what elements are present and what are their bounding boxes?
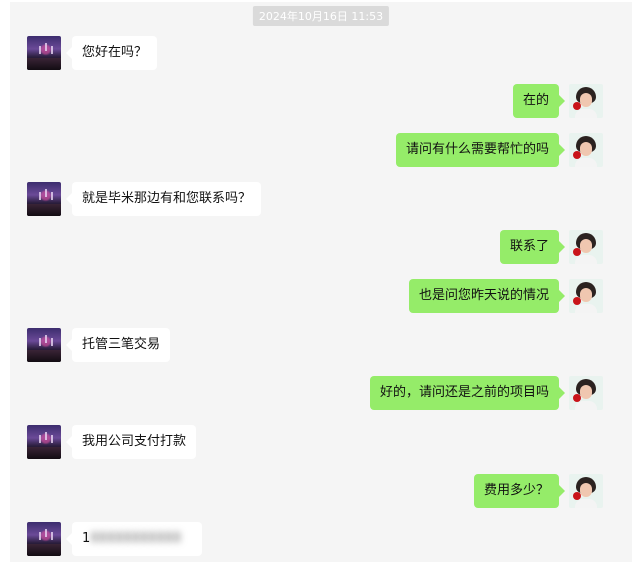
message-bubble[interactable]: 您好在吗？ xyxy=(65,36,158,70)
message-row-outgoing: 好的，请问还是之前的项目吗 xyxy=(10,376,632,416)
message-row-outgoing: 费用多少？ xyxy=(10,474,632,514)
rose-icon xyxy=(573,297,581,305)
message-row-incoming: 托管三笔交易 xyxy=(10,328,632,368)
contact-avatar[interactable] xyxy=(27,328,61,362)
self-avatar[interactable] xyxy=(569,84,603,118)
rose-icon xyxy=(573,102,581,110)
message-bubble[interactable]: 联系了 xyxy=(499,230,566,264)
message-row-incoming: 我用公司支付打款 xyxy=(10,425,632,465)
self-avatar[interactable] xyxy=(569,376,603,410)
message-row-incoming: 188888888888 xyxy=(10,522,632,562)
message-bubble[interactable]: 188888888888 xyxy=(66,522,202,556)
message-bubble[interactable]: 好的，请问还是之前的项目吗 xyxy=(369,376,566,410)
message-row-outgoing: 也是问您昨天说的情况 xyxy=(10,279,632,319)
message-row-incoming: 就是毕米那边有和您联系吗？ xyxy=(10,182,632,222)
message-row-outgoing: 请问有什么需要帮忙的吗 xyxy=(10,133,632,173)
message-row-incoming: 您好在吗？ xyxy=(10,36,632,76)
message-bubble[interactable]: 在的 xyxy=(512,84,566,118)
timestamp-badge: 2024年10月16日 11:53 xyxy=(252,6,390,26)
message-bubble[interactable]: 费用多少？ xyxy=(473,474,566,508)
message-bubble[interactable]: 请问有什么需要帮忙的吗 xyxy=(395,133,566,167)
chat-window: 2024年10月16日 11:53 您好在吗？ 在的 请问有什么需要帮忙的吗 就… xyxy=(10,2,632,562)
self-avatar[interactable] xyxy=(569,279,603,313)
message-row-outgoing: 联系了 xyxy=(10,230,632,270)
message-bubble[interactable]: 我用公司支付打款 xyxy=(65,425,197,459)
self-avatar[interactable] xyxy=(569,474,603,508)
message-bubble[interactable]: 就是毕米那边有和您联系吗？ xyxy=(65,182,262,216)
contact-avatar[interactable] xyxy=(27,425,61,459)
self-avatar[interactable] xyxy=(569,230,603,264)
rose-icon xyxy=(573,248,581,256)
message-row-outgoing: 在的 xyxy=(10,84,632,124)
message-bubble[interactable]: 托管三笔交易 xyxy=(65,328,171,362)
redacted-text: 88888888888 xyxy=(90,531,182,546)
rose-icon xyxy=(573,151,581,159)
contact-avatar[interactable] xyxy=(27,522,61,556)
self-avatar[interactable] xyxy=(569,133,603,167)
contact-avatar[interactable] xyxy=(27,182,61,216)
rose-icon xyxy=(573,394,581,402)
rose-icon xyxy=(573,492,581,500)
message-bubble[interactable]: 也是问您昨天说的情况 xyxy=(408,279,566,313)
contact-avatar[interactable] xyxy=(27,36,61,70)
